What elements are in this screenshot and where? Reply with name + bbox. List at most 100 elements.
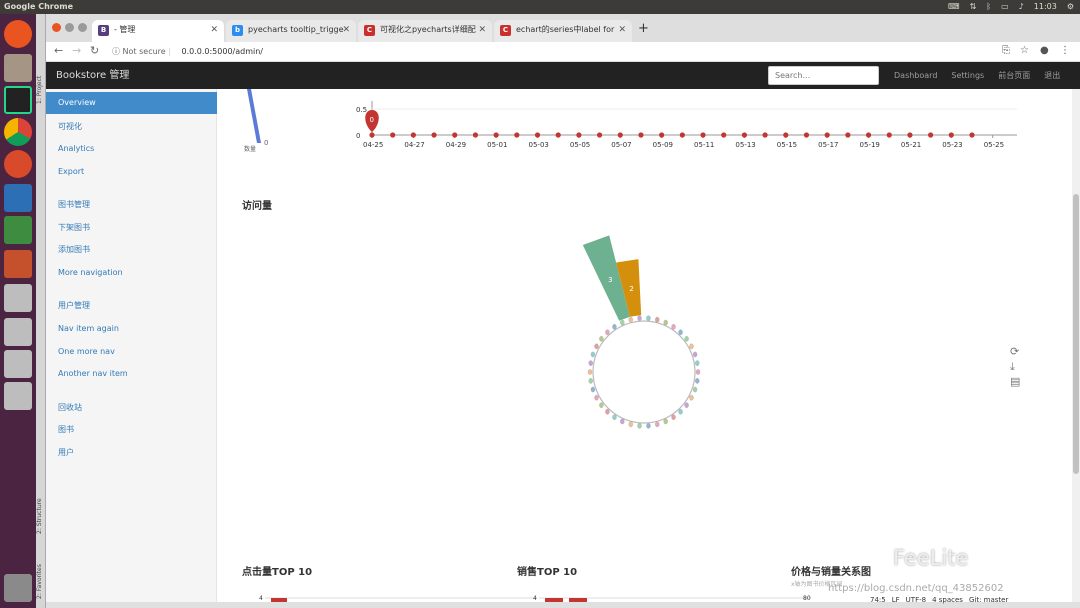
- data-point[interactable]: [659, 132, 665, 138]
- data-point[interactable]: [390, 132, 396, 138]
- clock[interactable]: 11:03: [1034, 0, 1057, 14]
- sidebar-item-export[interactable]: Export: [46, 161, 217, 183]
- data-point[interactable]: [824, 132, 830, 138]
- encoding[interactable]: UTF-8: [906, 596, 926, 608]
- data-point[interactable]: [948, 132, 954, 138]
- sidebar-item-book-management[interactable]: 图书管理: [46, 194, 217, 216]
- data-point[interactable]: [679, 132, 685, 138]
- menu-icon[interactable]: ⋮: [1060, 45, 1070, 56]
- restore-icon[interactable]: ⟳: [1010, 345, 1019, 358]
- sidebar-item-overview[interactable]: Overview: [46, 92, 217, 114]
- trash-icon[interactable]: [4, 574, 32, 602]
- data-point[interactable]: [845, 132, 851, 138]
- info-icon[interactable]: ⓘ: [112, 47, 120, 56]
- new-tab-button[interactable]: +: [638, 21, 649, 36]
- data-point[interactable]: [452, 132, 458, 138]
- brand-title[interactable]: Bookstore 管理: [56, 62, 129, 89]
- close-tab-icon[interactable]: ✕: [210, 20, 218, 40]
- network-icon[interactable]: ⇅: [970, 0, 977, 14]
- close-tab-icon[interactable]: ✕: [618, 20, 626, 40]
- data-point[interactable]: [596, 132, 603, 138]
- sidebar-item-visualization[interactable]: 可视化: [46, 116, 217, 138]
- git-branch[interactable]: Git: master: [969, 596, 1008, 608]
- data-point[interactable]: [555, 132, 561, 138]
- back-icon[interactable]: ←: [54, 44, 63, 57]
- translate-icon[interactable]: ⎘: [1002, 45, 1010, 56]
- data-point[interactable]: [928, 132, 934, 138]
- sidebar-item-analytics[interactable]: Analytics: [46, 138, 217, 160]
- scroll-thumb[interactable]: [1073, 194, 1079, 474]
- structure-tool-tab[interactable]: 2: Structure: [36, 474, 46, 534]
- sidebar-item-more-navigation[interactable]: More navigation: [46, 262, 217, 284]
- bookmark-star-icon[interactable]: ☆: [1020, 45, 1029, 56]
- data-point[interactable]: [969, 132, 975, 138]
- close-tab-icon[interactable]: ✕: [342, 20, 350, 40]
- indent-setting[interactable]: 4 spaces: [932, 596, 963, 608]
- tab-pyecharts-config[interactable]: C 可视化之pyecharts详细配 ✕: [358, 20, 492, 42]
- writer-icon[interactable]: [4, 184, 32, 212]
- drive-icon[interactable]: [4, 382, 32, 410]
- cursor-position[interactable]: 74:5: [870, 596, 886, 608]
- favorites-tool-tab[interactable]: 2: Favorites: [36, 539, 46, 599]
- vertical-scrollbar[interactable]: [1072, 89, 1080, 602]
- sidebar-item-another-nav[interactable]: Another nav item: [46, 363, 217, 385]
- drive-icon[interactable]: [4, 318, 32, 346]
- data-point[interactable]: [534, 132, 541, 138]
- minimize-window-button[interactable]: [65, 23, 74, 32]
- nav-front-page[interactable]: 前台页面: [998, 62, 1030, 89]
- drive-icon[interactable]: [4, 284, 32, 312]
- sidebar-item-one-more-nav[interactable]: One more nav: [46, 341, 217, 363]
- data-view-icon[interactable]: ▤: [1010, 375, 1020, 388]
- data-point[interactable]: [576, 132, 582, 138]
- data-point[interactable]: [410, 132, 416, 138]
- data-point[interactable]: [741, 132, 748, 138]
- save-image-icon[interactable]: ⤓: [1010, 360, 1015, 374]
- sidebar-item-books[interactable]: 图书: [46, 419, 217, 441]
- data-point[interactable]: [721, 132, 727, 138]
- settings-icon[interactable]: [4, 150, 32, 178]
- tab-echart-label[interactable]: C echart的series中label for ✕: [494, 20, 632, 42]
- nav-dashboard[interactable]: Dashboard: [894, 62, 937, 89]
- sidebar-item-recycle-bin[interactable]: 回收站: [46, 397, 217, 419]
- power-icon[interactable]: ⚙: [1067, 0, 1074, 14]
- sidebar-item-delisted-books[interactable]: 下架图书: [46, 217, 217, 239]
- pycharm-icon[interactable]: [4, 86, 32, 114]
- data-point[interactable]: [886, 132, 892, 138]
- tab-pyecharts-tooltip[interactable]: b pyecharts tooltip_trigge ✕: [226, 20, 356, 42]
- forward-icon[interactable]: →: [72, 44, 81, 57]
- data-point[interactable]: [369, 132, 375, 138]
- chrome-icon[interactable]: [4, 118, 32, 146]
- data-point[interactable]: [865, 132, 872, 138]
- files-icon[interactable]: [4, 54, 32, 82]
- nav-logout[interactable]: 退出: [1044, 62, 1060, 89]
- sidebar-item-users[interactable]: 用户: [46, 442, 217, 464]
- data-point[interactable]: [472, 132, 479, 138]
- data-point[interactable]: [514, 132, 520, 138]
- data-point[interactable]: [700, 132, 706, 138]
- project-tool-tab[interactable]: 1: Project: [36, 54, 46, 104]
- close-window-button[interactable]: [52, 23, 61, 32]
- nav-settings[interactable]: Settings: [951, 62, 984, 89]
- drive-icon[interactable]: [4, 350, 32, 378]
- data-point[interactable]: [907, 132, 913, 138]
- data-point[interactable]: [803, 132, 810, 138]
- bluetooth-icon[interactable]: ᛒ: [986, 0, 991, 14]
- calc-icon[interactable]: [4, 216, 32, 244]
- tab-admin[interactable]: B - 管理 ✕: [92, 20, 224, 42]
- profile-icon[interactable]: ●: [1040, 45, 1049, 56]
- data-point[interactable]: [431, 132, 437, 138]
- search-input[interactable]: [768, 66, 879, 85]
- data-point[interactable]: [617, 132, 623, 138]
- sidebar-item-nav-again[interactable]: Nav item again: [46, 318, 217, 340]
- battery-icon[interactable]: ▭: [1001, 0, 1009, 14]
- reload-icon[interactable]: ↻: [90, 44, 99, 57]
- data-point[interactable]: [762, 132, 768, 138]
- impress-icon[interactable]: [4, 250, 32, 278]
- sidebar-item-user-management[interactable]: 用户管理: [46, 295, 217, 317]
- volume-icon[interactable]: ♪: [1019, 0, 1024, 14]
- keyboard-icon[interactable]: ⌨: [948, 0, 960, 14]
- data-point[interactable]: [638, 132, 644, 138]
- ubuntu-icon[interactable]: [4, 20, 32, 48]
- line-ending[interactable]: LF: [892, 596, 900, 608]
- data-point[interactable]: [783, 132, 789, 138]
